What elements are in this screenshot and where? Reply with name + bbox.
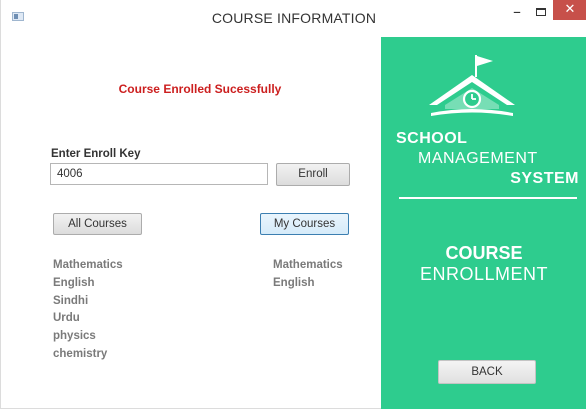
brand-management: MANAGEMENT [418, 150, 538, 167]
panel-heading-course: COURSE [445, 243, 523, 263]
enroll-button[interactable]: Enroll [276, 163, 350, 186]
back-button[interactable]: BACK [438, 360, 536, 384]
my-courses-list: Mathematics English [273, 257, 343, 293]
course-information-window: COURSE INFORMATION – ✕ Course Enrolled S… [0, 0, 586, 409]
brand-school: SCHOOL [396, 130, 468, 147]
window-title: COURSE INFORMATION [211, 10, 377, 26]
school-building-icon [429, 55, 515, 116]
list-item: chemistry [53, 347, 108, 360]
list-item: Mathematics [273, 259, 343, 271]
brand-system: SYSTEM [510, 170, 579, 187]
maximize-button[interactable] [530, 3, 552, 23]
list-item: Sindhi [53, 294, 89, 307]
divider [399, 197, 577, 199]
minimize-button[interactable]: – [506, 3, 528, 23]
list-item: English [273, 276, 315, 289]
maximize-icon [536, 8, 546, 16]
enrollment-form: Course Enrolled Sucessfully Enter Enroll… [1, 37, 381, 409]
enroll-key-input[interactable] [50, 163, 268, 185]
side-panel: SCHOOL MANAGEMENT SYSTEM COURSE ENROLLME… [381, 37, 586, 409]
all-courses-list: Mathematics English Sindhi Urdu physics … [53, 257, 123, 364]
my-courses-button[interactable]: My Courses [260, 213, 349, 235]
list-item: Mathematics [53, 259, 123, 271]
status-message: Course Enrolled Sucessfully [118, 82, 282, 96]
list-item: physics [53, 330, 96, 343]
title-bar[interactable]: COURSE INFORMATION – ✕ [1, 0, 586, 37]
enroll-key-label: Enter Enroll Key [51, 148, 141, 160]
close-button[interactable]: ✕ [553, 0, 586, 20]
panel-heading-enrollment: ENROLLMENT [419, 264, 549, 284]
list-item: Urdu [53, 312, 80, 325]
all-courses-button[interactable]: All Courses [53, 213, 142, 235]
list-item: English [53, 276, 95, 289]
